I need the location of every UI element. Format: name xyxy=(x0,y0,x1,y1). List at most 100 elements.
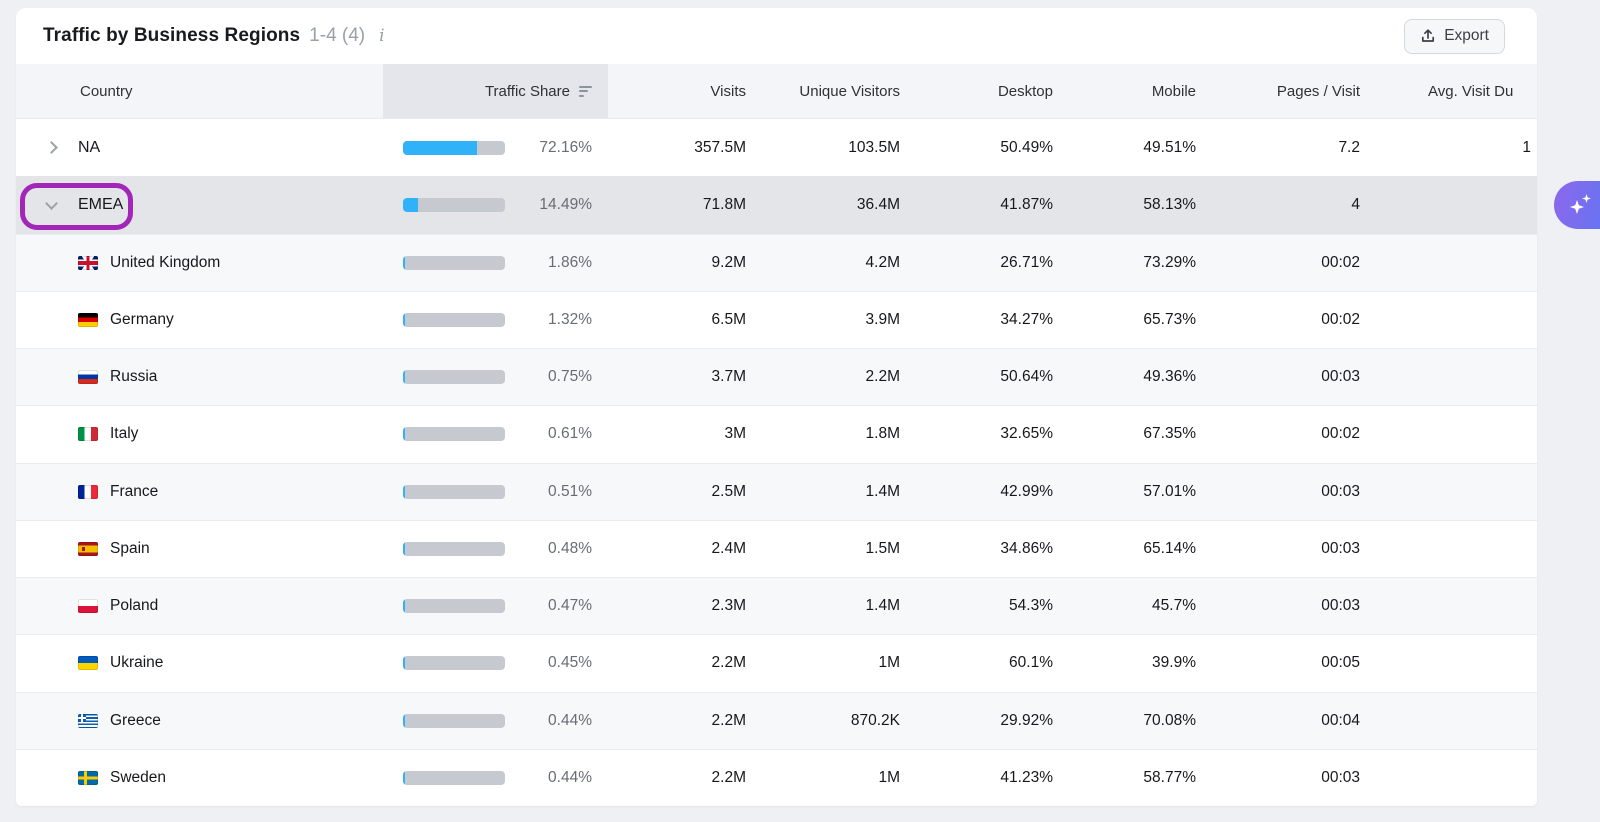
column-header-visits[interactable]: Visits xyxy=(608,64,762,118)
column-header-label: Avg. Visit Du xyxy=(1428,83,1513,100)
traffic-share-value: 14.49% xyxy=(539,196,592,214)
column-header-mobile[interactable]: Mobile xyxy=(1069,64,1212,118)
pages-per-visit-value: 00:02 xyxy=(1212,235,1376,291)
traffic-share-cell: 0.51% xyxy=(383,464,608,520)
traffic-share-bar-fill xyxy=(403,198,418,212)
flag-icon-gr xyxy=(78,714,98,728)
column-header-desktop[interactable]: Desktop xyxy=(916,64,1069,118)
avg-visit-duration-value xyxy=(1376,750,1537,806)
unique-visitors-value: 36.4M xyxy=(762,177,916,233)
unique-visitors-value: 1.8M xyxy=(762,406,916,462)
table-row-russia[interactable]: Russia0.75%3.7M2.2M50.64%49.36%00:03 xyxy=(16,348,1537,405)
country-cell: EMEA xyxy=(16,177,383,233)
unique-visitors-value: 1.4M xyxy=(762,578,916,634)
traffic-share-value: 0.61% xyxy=(548,425,592,443)
desktop-value: 60.1% xyxy=(916,635,1069,691)
table-row-italy[interactable]: Italy0.61%3M1.8M32.65%67.35%00:02 xyxy=(16,405,1537,462)
pages-per-visit-value: 00:04 xyxy=(1212,693,1376,749)
unique-visitors-value: 2.2M xyxy=(762,349,916,405)
table-row-germany[interactable]: Germany1.32%6.5M3.9M34.27%65.73%00:02 xyxy=(16,291,1537,348)
traffic-share-cell: 0.75% xyxy=(383,349,608,405)
traffic-share-cell: 0.44% xyxy=(383,750,608,806)
pages-per-visit-value: 4 xyxy=(1212,177,1376,233)
traffic-share-cell: 72.16% xyxy=(383,119,608,176)
column-header-avg-visit-du[interactable]: Avg. Visit Du xyxy=(1376,64,1537,118)
column-header-unique-visitors[interactable]: Unique Visitors xyxy=(762,64,916,118)
ai-assistant-button[interactable] xyxy=(1554,181,1600,229)
pages-per-visit-value: 00:03 xyxy=(1212,464,1376,520)
avg-visit-duration-value xyxy=(1376,177,1537,233)
mobile-value: 58.13% xyxy=(1069,177,1212,233)
mobile-value: 45.7% xyxy=(1069,578,1212,634)
country-name: Italy xyxy=(110,425,138,443)
flag-icon-it xyxy=(78,427,98,441)
info-icon[interactable]: i xyxy=(379,26,384,46)
traffic-by-regions-panel: Traffic by Business Regions 1-4 (4) i Ex… xyxy=(16,8,1537,806)
pages-per-visit-value: 00:05 xyxy=(1212,635,1376,691)
traffic-share-bar xyxy=(403,485,505,499)
traffic-share-cell: 14.49% xyxy=(383,177,608,233)
traffic-share-bar-fill xyxy=(403,256,405,270)
table-row-greece[interactable]: Greece0.44%2.2M870.2K29.92%70.08%00:04 xyxy=(16,692,1537,749)
pagination-range: 1-4 (4) xyxy=(309,25,365,47)
country-cell: France xyxy=(16,464,383,520)
unique-visitors-value: 1.4M xyxy=(762,464,916,520)
export-button[interactable]: Export xyxy=(1404,19,1505,54)
traffic-share-bar xyxy=(403,427,505,441)
table-row-spain[interactable]: Spain0.48%2.4M1.5M34.86%65.14%00:03 xyxy=(16,520,1537,577)
unique-visitors-value: 1M xyxy=(762,750,916,806)
traffic-share-value: 0.45% xyxy=(548,654,592,672)
table-row-ukraine[interactable]: Ukraine0.45%2.2M1M60.1%39.9%00:05 xyxy=(16,634,1537,691)
visits-value: 71.8M xyxy=(608,177,762,233)
table-row-france[interactable]: France0.51%2.5M1.4M42.99%57.01%00:03 xyxy=(16,463,1537,520)
table-header-row: CountryTraffic ShareVisitsUnique Visitor… xyxy=(16,64,1537,119)
traffic-share-cell: 0.44% xyxy=(383,693,608,749)
chevron-right-icon[interactable] xyxy=(45,141,58,154)
pages-per-visit-value: 00:02 xyxy=(1212,292,1376,348)
visits-value: 3.7M xyxy=(608,349,762,405)
column-header-country[interactable]: Country xyxy=(16,64,383,118)
unique-visitors-value: 1M xyxy=(762,635,916,691)
desktop-value: 34.27% xyxy=(916,292,1069,348)
country-cell: Italy xyxy=(16,406,383,462)
pages-per-visit-value: 00:03 xyxy=(1212,521,1376,577)
traffic-share-value: 0.44% xyxy=(548,769,592,787)
country-cell: Spain xyxy=(16,521,383,577)
desktop-value: 26.71% xyxy=(916,235,1069,291)
column-header-label: Pages / Visit xyxy=(1277,83,1360,100)
country-name: United Kingdom xyxy=(110,254,220,272)
traffic-share-bar xyxy=(403,313,505,327)
traffic-share-cell: 1.86% xyxy=(383,235,608,291)
panel-title: Traffic by Business Regions xyxy=(43,25,300,47)
chevron-down-icon[interactable] xyxy=(45,197,58,210)
mobile-value: 73.29% xyxy=(1069,235,1212,291)
pages-per-visit-value: 00:03 xyxy=(1212,750,1376,806)
mobile-value: 49.51% xyxy=(1069,119,1212,176)
column-header-label: Desktop xyxy=(998,83,1053,100)
avg-visit-duration-value xyxy=(1376,693,1537,749)
visits-value: 6.5M xyxy=(608,292,762,348)
table-row-sweden[interactable]: Sweden0.44%2.2M1M41.23%58.77%00:03 xyxy=(16,749,1537,806)
country-name: Spain xyxy=(110,540,150,558)
flag-icon-de xyxy=(78,313,98,327)
column-header-pages-visit[interactable]: Pages / Visit xyxy=(1212,64,1376,118)
avg-visit-duration-value xyxy=(1376,349,1537,405)
table-row-united-kingdom[interactable]: United Kingdom1.86%9.2M4.2M26.71%73.29%0… xyxy=(16,234,1537,291)
flag-icon-gb xyxy=(78,256,98,270)
traffic-share-bar xyxy=(403,771,505,785)
mobile-value: 70.08% xyxy=(1069,693,1212,749)
traffic-share-bar-fill xyxy=(403,771,405,785)
country-cell: Sweden xyxy=(16,750,383,806)
table-row-emea[interactable]: EMEA14.49%71.8M36.4M41.87%58.13%4 xyxy=(16,176,1537,233)
visits-value: 357.5M xyxy=(608,119,762,176)
traffic-share-cell: 0.47% xyxy=(383,578,608,634)
table-row-na[interactable]: NA72.16%357.5M103.5M50.49%49.51%7.21 xyxy=(16,119,1537,176)
country-cell: United Kingdom xyxy=(16,235,383,291)
mobile-value: 67.35% xyxy=(1069,406,1212,462)
traffic-share-value: 0.44% xyxy=(548,712,592,730)
column-header-traffic-share[interactable]: Traffic Share xyxy=(383,64,608,118)
visits-value: 3M xyxy=(608,406,762,462)
traffic-share-bar-fill xyxy=(403,370,405,384)
desktop-value: 50.64% xyxy=(916,349,1069,405)
table-row-poland[interactable]: Poland0.47%2.3M1.4M54.3%45.7%00:03 xyxy=(16,577,1537,634)
